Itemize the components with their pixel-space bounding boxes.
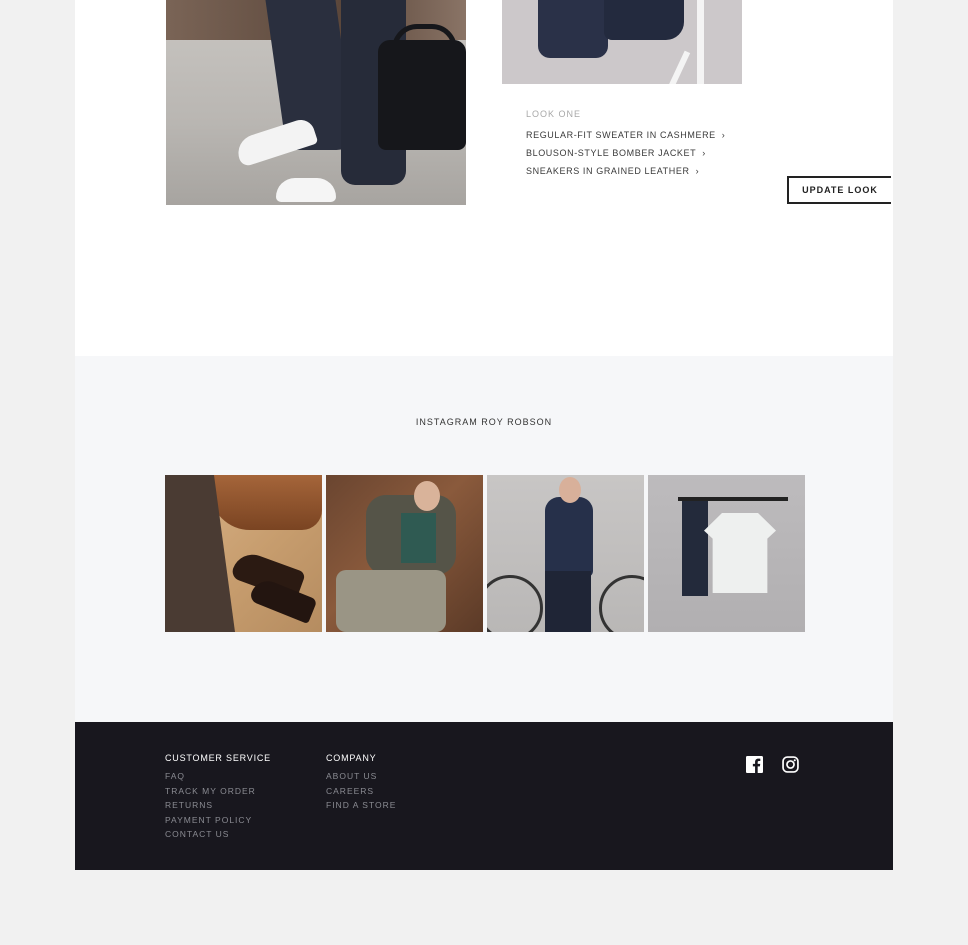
footer-heading: CUSTOMER SERVICE [165,753,271,763]
chevron-right-icon: › [695,166,700,176]
look-label: LOOK ONE [526,109,582,119]
instagram-grid [165,475,805,632]
look-model-photo [166,0,466,205]
update-look-button[interactable]: UPDATE LOOK [787,176,891,204]
footer-link-track-order[interactable]: TRACK MY ORDER [165,784,271,799]
footer-link-faq[interactable]: FAQ [165,769,271,784]
footer-link-payment-policy[interactable]: PAYMENT POLICY [165,813,271,828]
footer-link-contact[interactable]: CONTACT US [165,827,271,842]
footer-link-returns[interactable]: RETURNS [165,798,271,813]
footer: CUSTOMER SERVICE FAQ TRACK MY ORDER RETU… [75,722,893,870]
instagram-icon[interactable] [781,755,799,773]
look-item-label: BLOUSON-STYLE BOMBER JACKET [526,148,697,158]
footer-link-careers[interactable]: CAREERS [326,784,396,799]
look-section: LOOK ONE REGULAR-FIT SWEATER IN CASHMERE… [75,0,893,356]
footer-heading: COMPANY [326,753,377,763]
look-item-jacket[interactable]: BLOUSON-STYLE BOMBER JACKET › [526,144,725,162]
facebook-icon[interactable] [745,755,763,773]
instagram-tile-shoes[interactable] [165,475,322,632]
instagram-section: INSTAGRAM ROY ROBSON [75,356,893,722]
instagram-tile-bicycle[interactable] [487,475,644,632]
footer-company: COMPANY ABOUT US CAREERS FIND A STORE [326,753,396,813]
chevron-right-icon: › [721,130,726,140]
page: LOOK ONE REGULAR-FIT SWEATER IN CASHMERE… [75,0,893,870]
look-details: LOOK ONE REGULAR-FIT SWEATER IN CASHMERE… [526,109,725,180]
footer-customer-service: CUSTOMER SERVICE FAQ TRACK MY ORDER RETU… [165,753,271,842]
instagram-tile-hanging-clothes[interactable] [648,475,805,632]
look-item-sneakers[interactable]: SNEAKERS IN GRAINED LEATHER › [526,162,725,180]
instagram-tile-lounging-man[interactable] [326,475,483,632]
look-rack-photo [502,0,742,84]
instagram-title: INSTAGRAM ROY ROBSON [415,417,553,427]
look-item-label: REGULAR-FIT SWEATER IN CASHMERE [526,130,716,140]
chevron-right-icon: › [702,148,706,158]
footer-link-find-store[interactable]: FIND A STORE [326,798,396,813]
footer-link-about[interactable]: ABOUT US [326,769,396,784]
look-item-sweater[interactable]: REGULAR-FIT SWEATER IN CASHMERE › [526,126,725,144]
look-item-label: SNEAKERS IN GRAINED LEATHER [526,166,690,176]
